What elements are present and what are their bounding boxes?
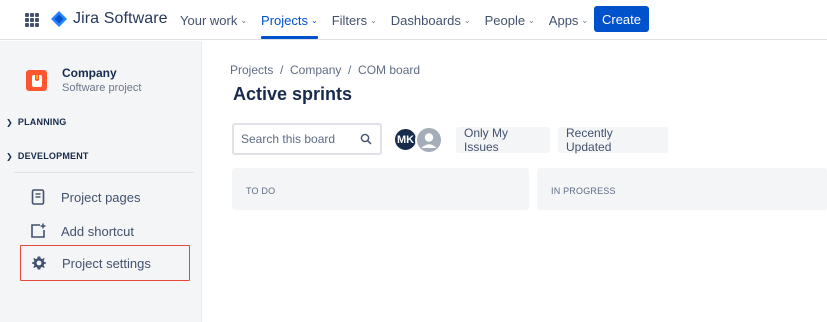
section-label: DEVELOPMENT (17, 151, 89, 161)
page-title: Active sprints (233, 84, 353, 104)
board-search[interactable] (232, 123, 382, 155)
nav-item-label: Dashboards (390, 12, 461, 28)
nav-item-label: People (484, 12, 526, 28)
nav-your-work[interactable]: Your work ⌄ (180, 0, 247, 40)
sidebar-item-label: Project settings (62, 255, 151, 271)
nav-projects[interactable]: Projects ⌄ (261, 0, 318, 40)
add-shortcut-icon (28, 221, 48, 241)
search-input[interactable] (241, 132, 351, 146)
section-label: PLANNING (17, 117, 67, 127)
nav-item-label: Apps (548, 12, 579, 28)
nav-dashboards[interactable]: Dashboards ⌄ (391, 0, 471, 40)
nav-item-label: Your work (180, 12, 238, 28)
column-title: TO DO (246, 186, 276, 196)
chevron-down-icon: ⌄ (240, 15, 248, 25)
chevron-down-icon: ⌄ (581, 15, 589, 25)
chevron-down-icon: ⌄ (370, 15, 377, 25)
sidebar-divider (14, 172, 194, 173)
sidebar-item-label: Project pages (61, 189, 141, 205)
chevron-down-icon: ⌄ (311, 15, 318, 25)
section-development[interactable]: ❯ DEVELOPMENT (6, 151, 89, 161)
chevron-down-icon: ⌄ (528, 15, 535, 25)
gear-icon (29, 253, 49, 273)
jira-logo[interactable]: Jira Software (51, 10, 168, 28)
chevron-right-icon: ❯ (6, 151, 13, 161)
sidebar-item-add-shortcut[interactable]: Add shortcut (20, 213, 190, 249)
nav-apps[interactable]: Apps ⌄ (549, 0, 588, 40)
nav-item-label: Projects (261, 12, 308, 28)
top-navigation: Jira Software Your work ⌄ Projects ⌄ Fil… (0, 0, 827, 40)
only-my-issues-button[interactable]: Only My Issues (456, 126, 550, 154)
app-switcher-icon[interactable] (25, 13, 39, 27)
nav-item-label: Filters (331, 12, 368, 28)
logo-text: Jira Software (73, 10, 168, 27)
chevron-right-icon: ❯ (6, 117, 13, 127)
project-type: Software project (62, 82, 142, 94)
sidebar-item-label: Add shortcut (61, 223, 134, 239)
user-icon (417, 128, 441, 152)
column-in-progress: IN PROGRESS (537, 168, 827, 210)
sidebar-item-project-pages[interactable]: Project pages (20, 179, 190, 215)
sidebar-item-project-settings[interactable]: Project settings (20, 245, 190, 281)
project-avatar[interactable] (26, 70, 47, 91)
search-icon[interactable] (360, 133, 372, 145)
avatar-default[interactable] (415, 126, 443, 154)
project-name[interactable]: Company (62, 66, 117, 80)
nav-people[interactable]: People ⌄ (485, 0, 535, 40)
project-avatar-icon (31, 74, 42, 87)
breadcrumb[interactable]: Projects / Company / COM board (230, 63, 420, 77)
jira-diamond-icon (51, 11, 67, 27)
page-icon (28, 187, 48, 207)
create-button[interactable]: Create (594, 6, 649, 32)
column-title: IN PROGRESS (551, 186, 616, 196)
nav-filters[interactable]: Filters ⌄ (332, 0, 377, 40)
project-sidebar: Company Software project ❯ PLANNING ❯ DE… (0, 41, 202, 322)
section-planning[interactable]: ❯ PLANNING (6, 117, 67, 127)
nav-menu: Your work ⌄ Projects ⌄ Filters ⌄ Dashboa… (180, 0, 602, 40)
recently-updated-button[interactable]: Recently Updated (558, 126, 668, 154)
column-to-do: TO DO (232, 168, 529, 210)
chevron-down-icon: ⌄ (463, 15, 471, 25)
